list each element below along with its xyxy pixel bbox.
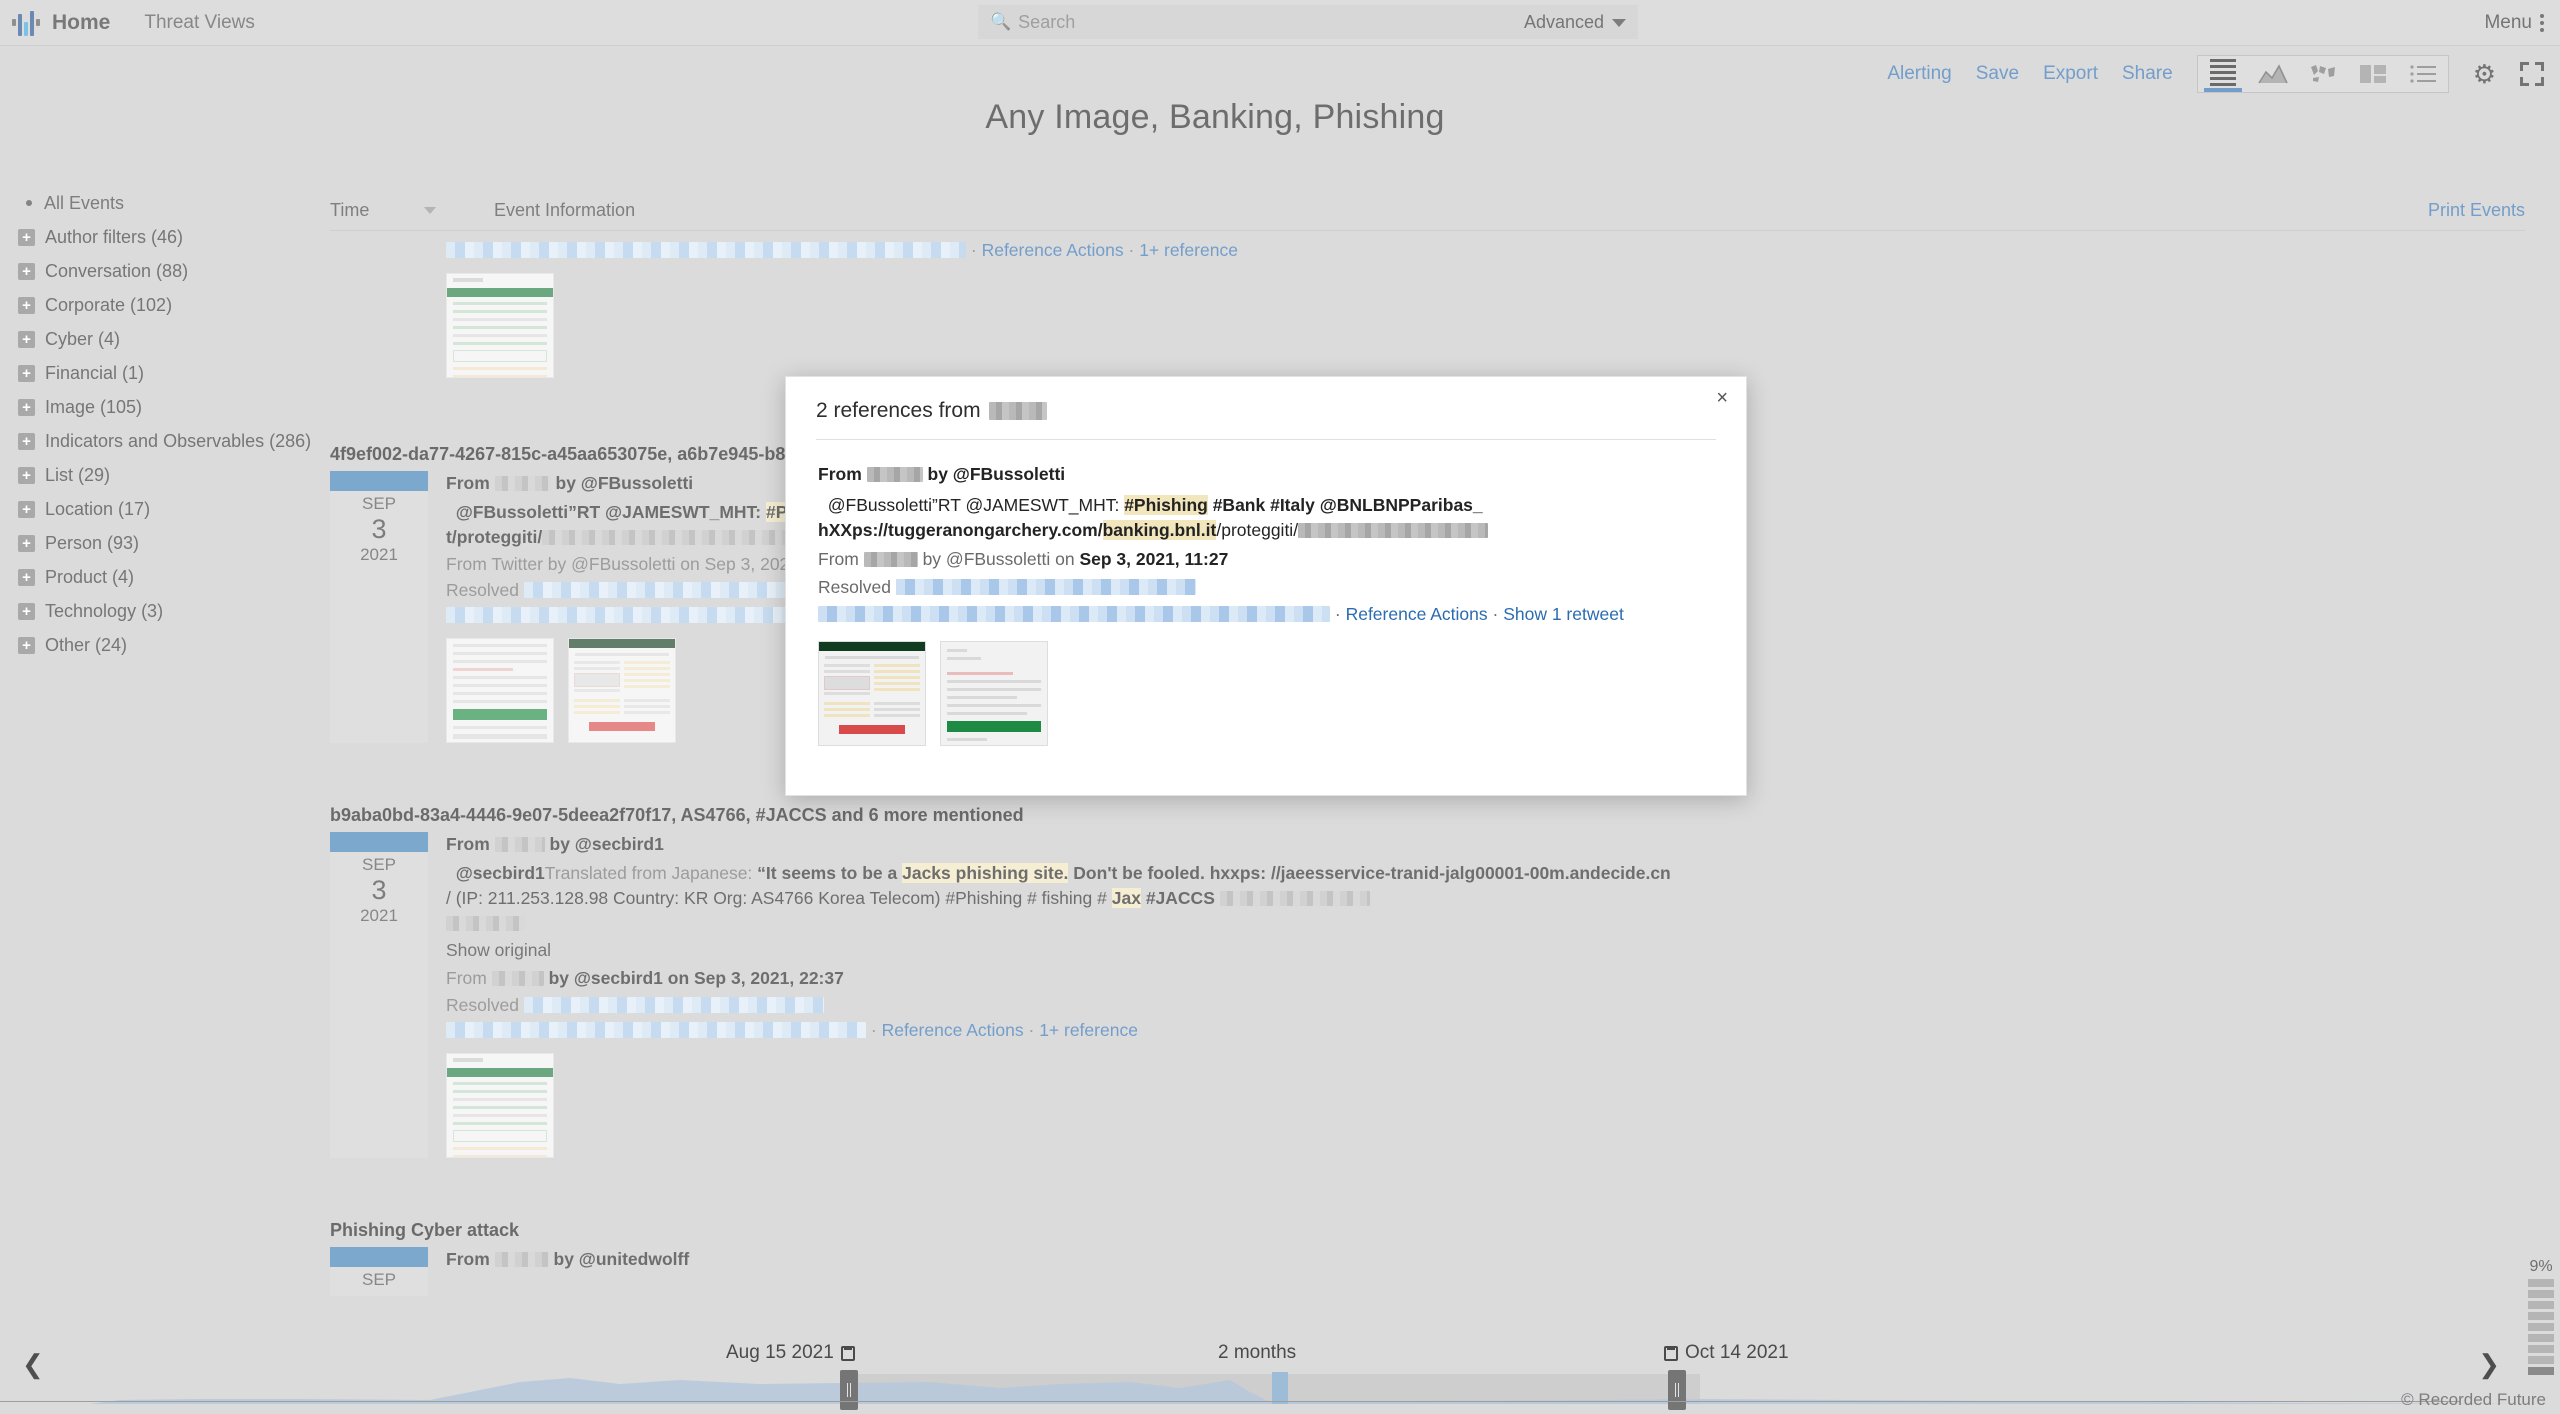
from-author: by @FBussoletti [927,464,1066,484]
close-icon[interactable]: × [1716,387,1728,410]
timeline-end-date[interactable]: Oct 14 2021 [1664,1342,1789,1364]
chevron-right-icon[interactable]: ❯ [2478,1349,2500,1380]
post-author: @FBussoletti”RT @JAMESWT_MHT: [827,495,1120,516]
source-author: by @FBussoletti on [922,548,1075,569]
redacted-source-2 [863,551,918,567]
divider [816,439,1716,440]
timeline-scrubber: Aug 15 2021 2 months Oct 14 2021 ❮ ❯ 9% [0,1258,2560,1414]
redacted-resolved [895,578,1196,595]
references-modal: 2 references from × From by @FBussoletti… [785,376,1747,796]
timeline-start-date-label: Aug 15 2021 [726,1342,834,1363]
timeline-axis-ticks [0,1401,2460,1402]
timeline-handle-left[interactable] [840,1370,858,1410]
reference-actions-link[interactable]: Reference Actions [1346,604,1488,624]
modal-title: 2 references from [816,399,1716,423]
thumbnail-strip [818,641,1716,747]
timeline-range-label: 2 months [1218,1342,1297,1363]
modal-body: From by @FBussoletti @FBussoletti”RT @JA… [786,440,1746,747]
completeness-gauge: 9% [2528,1258,2554,1378]
modal-header: 2 references from × [786,377,1746,440]
timeline-start-date[interactable]: Aug 15 2021 [726,1342,855,1364]
redacted-line [818,605,1330,622]
calendar-icon [840,1345,855,1361]
gauge-percent-label: 9% [2529,1258,2553,1275]
from-label: From [818,464,862,484]
timeline-end-date-label: Oct 14 2021 [1685,1342,1789,1363]
timeline-handle-right[interactable] [1668,1370,1686,1410]
resolved-label: Resolved [818,576,891,597]
redacted-source [866,467,923,482]
copyright-label: © Recorded Future [2401,1390,2546,1409]
screenshot-thumbnail[interactable] [818,641,926,747]
post-hashtag-phishing: #Phishing [1124,495,1208,516]
app-root: Home Threat Views 🔍 Search Advanced Menu… [0,0,2560,1414]
screenshot-thumbnail[interactable] [940,641,1048,747]
calendar-icon [1664,1345,1678,1361]
post-tail: /proteggiti/ [1216,520,1299,541]
source-from-label: From [818,548,859,569]
show-retweet-link[interactable]: Show 1 retweet [1503,604,1624,624]
modal-title-text: 2 references from [816,399,981,422]
post-hashtag-banking: banking.bnl.it [1102,520,1217,541]
redacted-source-name [988,402,1047,420]
chevron-left-icon[interactable]: ❮ [22,1349,44,1380]
redacted-url [1298,523,1489,539]
source-date: Sep 3, 2021, 11:27 [1079,548,1229,569]
